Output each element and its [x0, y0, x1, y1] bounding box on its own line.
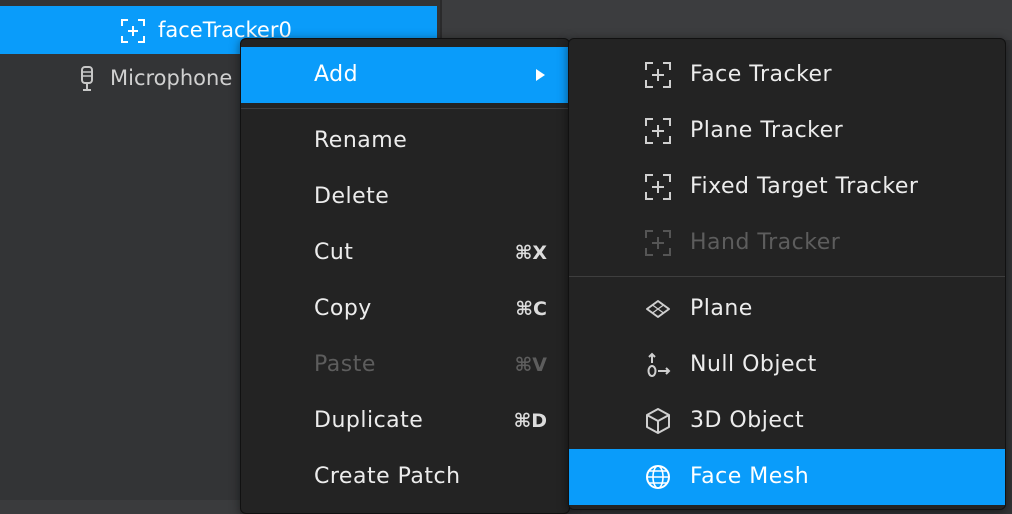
submenu-item-face-tracker[interactable]: Face Tracker	[569, 47, 1005, 103]
scene-item-label: Microphone	[110, 66, 233, 90]
menu-item-label: Face Tracker	[690, 62, 833, 87]
microphone-icon	[81, 66, 93, 91]
tracker-icon	[645, 174, 671, 200]
submenu-item-null-object[interactable]: Null Object	[569, 337, 1005, 393]
menu-item-label: Copy	[314, 296, 372, 321]
submenu-item-hand-tracker: Hand Tracker	[569, 215, 1005, 271]
menu-item-label: 3D Object	[690, 408, 805, 433]
submenu-item-plane[interactable]: Plane	[569, 281, 1005, 337]
submenu-arrow-icon	[536, 69, 545, 81]
tracker-icon	[645, 230, 671, 256]
menu-item-label: Rename	[314, 128, 408, 153]
menu-item-create-patch[interactable]: Create Patch	[241, 449, 569, 505]
menu-item-label: Create Patch	[314, 464, 461, 489]
tracker-icon	[645, 62, 671, 88]
menu-item-delete[interactable]: Delete	[241, 169, 569, 225]
add-submenu: Face Tracker Plane Tracker Fixed Target …	[568, 38, 1006, 510]
menu-item-rename[interactable]: Rename	[241, 113, 569, 169]
menu-item-label: Duplicate	[314, 408, 424, 433]
submenu-item-fixed-target-tracker[interactable]: Fixed Target Tracker	[569, 159, 1005, 215]
shortcut-label: ⌘V	[514, 354, 547, 376]
menu-separator	[569, 276, 1005, 277]
shortcut-label: ⌘D	[513, 410, 547, 432]
menu-item-duplicate[interactable]: Duplicate ⌘D	[241, 393, 569, 449]
null-object-icon	[647, 352, 671, 377]
submenu-item-face-mesh[interactable]: Face Mesh	[569, 449, 1005, 505]
context-menu: Add Rename Delete Cut ⌘X Copy ⌘C Paste ⌘…	[240, 38, 570, 514]
menu-item-label: Add	[314, 62, 359, 87]
menu-item-label: Plane Tracker	[690, 118, 844, 143]
menu-item-cut[interactable]: Cut ⌘X	[241, 225, 569, 281]
menu-item-label: Face Mesh	[690, 464, 810, 489]
shortcut-label: ⌘C	[515, 298, 547, 320]
submenu-item-plane-tracker[interactable]: Plane Tracker	[569, 103, 1005, 159]
submenu-item-3d-object[interactable]: 3D Object	[569, 393, 1005, 449]
menu-item-paste: Paste ⌘V	[241, 337, 569, 393]
menu-item-label: Fixed Target Tracker	[690, 174, 919, 199]
menu-item-label: Paste	[314, 352, 376, 377]
globe-icon	[646, 465, 670, 489]
tracker-icon	[121, 19, 145, 43]
shortcut-label: ⌘X	[514, 242, 547, 264]
menu-item-copy[interactable]: Copy ⌘C	[241, 281, 569, 337]
menu-item-add[interactable]: Add	[241, 47, 569, 103]
viewport-area	[440, 0, 1012, 40]
menu-item-label: Delete	[314, 184, 390, 209]
cube-icon	[646, 408, 670, 434]
panel-footer	[0, 500, 240, 514]
menu-item-label: Plane	[690, 296, 753, 321]
plane-icon	[646, 300, 670, 318]
menu-separator	[241, 108, 569, 109]
menu-item-label: Null Object	[690, 352, 817, 377]
tracker-icon	[645, 118, 671, 144]
menu-item-label: Hand Tracker	[690, 230, 841, 255]
menu-item-label: Cut	[314, 240, 354, 265]
